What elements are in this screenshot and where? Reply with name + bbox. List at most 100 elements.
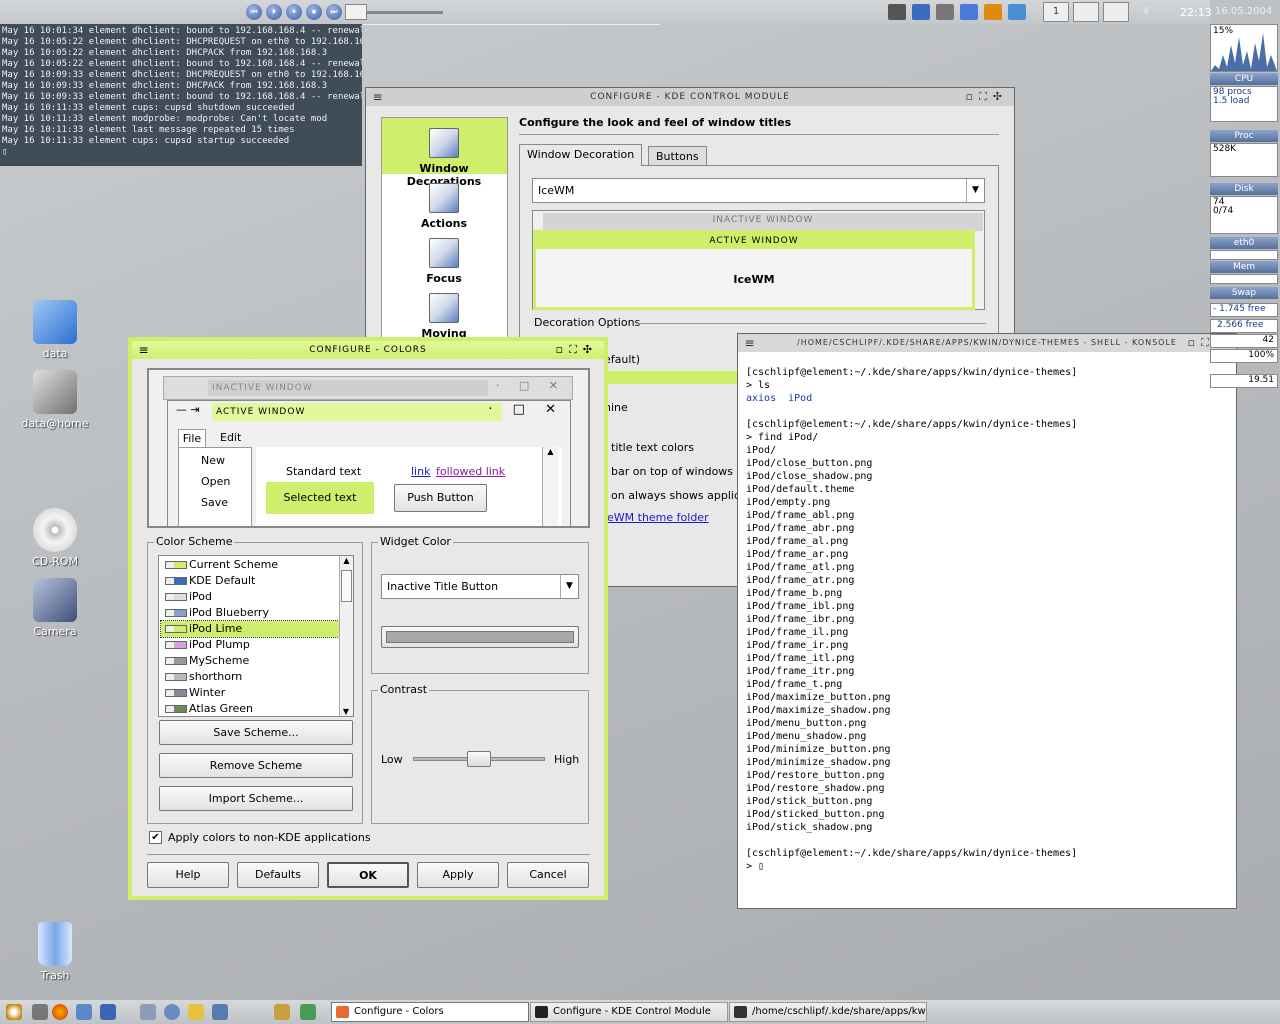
- scheme-item[interactable]: Winter: [161, 685, 339, 701]
- firefox-icon[interactable]: [52, 1004, 68, 1020]
- terminal-output[interactable]: [cschlipf@element:~/.kde/share/apps/kwin…: [738, 352, 1236, 908]
- scroll-down-icon[interactable]: ▼: [340, 707, 352, 716]
- scheme-item[interactable]: iPod Lime: [160, 620, 340, 638]
- remove-scheme-button[interactable]: Remove Scheme: [159, 753, 353, 778]
- sidebar-item-focus[interactable]: Focus: [382, 238, 506, 285]
- window-menu-icon[interactable]: ≡: [744, 337, 756, 349]
- theme-select[interactable]: IceWM ▼: [532, 178, 985, 203]
- network-folder-icon[interactable]: [164, 1004, 180, 1020]
- sidebar-item-label: Actions: [421, 217, 467, 230]
- folder-icon: [33, 300, 77, 344]
- stop-icon[interactable]: ⏹: [306, 4, 322, 20]
- theme-folder-link[interactable]: eWM theme folder: [607, 511, 709, 524]
- pager-desktop-2[interactable]: [1073, 2, 1099, 22]
- volume-icon[interactable]: [960, 4, 978, 20]
- wallet-icon[interactable]: [984, 4, 1002, 20]
- terminal-line: iPod/frame_atr.png: [746, 575, 855, 586]
- display-icon[interactable]: [912, 4, 930, 20]
- terminal-icon[interactable]: [32, 1004, 48, 1020]
- tab-window-decoration[interactable]: Window Decoration: [519, 144, 643, 166]
- import-scheme-button[interactable]: Import Scheme...: [159, 786, 353, 811]
- konsole-titlebar[interactable]: ≡ /home/cschlipf/.kde/share/apps/kwin/dy…: [738, 334, 1236, 352]
- sidebar-item-window-decorations[interactable]: Window Decorations: [382, 128, 506, 188]
- kcontrol-icon[interactable]: [212, 1004, 228, 1020]
- network-icon[interactable]: [1008, 4, 1026, 20]
- desktop-icon-trash[interactable]: Trash: [15, 922, 95, 982]
- cpu-label: CPU: [1210, 73, 1278, 85]
- pager-desktop-1[interactable]: 1: [1043, 2, 1069, 22]
- scheme-list[interactable]: Current Scheme KDE Default iPod iPod Bluebe…: [158, 555, 354, 717]
- cancel-button[interactable]: Cancel: [507, 862, 589, 888]
- desktop-icon-data-home[interactable]: data@home: [15, 370, 95, 430]
- option-text: bar on top of windows: [611, 465, 734, 478]
- package-icon[interactable]: [300, 1004, 316, 1020]
- colors-titlebar[interactable]: ≡ Configure - Colors ▫⛶✣: [132, 341, 604, 359]
- play-icon[interactable]: ⏵: [266, 4, 282, 20]
- help-button[interactable]: Help: [147, 862, 229, 888]
- terminal-line: iPod/frame_al.png: [746, 536, 849, 547]
- preview-scrollbar: ▲: [542, 447, 558, 526]
- task-kcm[interactable]: Configure - KDE Control Module: [530, 1002, 728, 1022]
- konqueror-icon[interactable]: [76, 1004, 92, 1020]
- color-button[interactable]: [381, 626, 579, 648]
- scroll-up-icon: ▲: [547, 447, 554, 456]
- pin-icon: — ⇥: [176, 403, 200, 416]
- desktop-icon-data[interactable]: data: [15, 300, 95, 360]
- tools-icon[interactable]: [274, 1004, 290, 1020]
- ok-button[interactable]: OK: [327, 862, 409, 888]
- pager-desktop-3[interactable]: [1103, 2, 1129, 22]
- desktop-icon[interactable]: [140, 1004, 156, 1020]
- kmail-icon[interactable]: [100, 1004, 116, 1020]
- group-title: Contrast: [378, 683, 430, 696]
- terminal-line: iPod/stick_shadow.png: [746, 822, 873, 833]
- preview-menu-item: Open: [201, 475, 231, 488]
- home-folder-icon[interactable]: [188, 1004, 204, 1020]
- task-konsole[interactable]: /home/cschlipf/.kde/share/apps/kwin/d: [729, 1002, 927, 1022]
- scheme-item[interactable]: Atlas Green: [161, 701, 339, 716]
- tab-buttons[interactable]: Buttons: [648, 146, 707, 166]
- window-menu-icon[interactable]: ≡: [138, 344, 150, 356]
- window-buttons[interactable]: ▫⛶✣: [966, 91, 1008, 103]
- scheme-item[interactable]: iPod Plump: [161, 637, 339, 653]
- pause-icon[interactable]: ⏸: [286, 4, 302, 20]
- contrast-slider[interactable]: [413, 751, 545, 767]
- disk-graph: 74 0/74: [1210, 196, 1278, 234]
- scroll-up-icon[interactable]: ▲: [340, 556, 353, 565]
- camera-icon: [33, 578, 77, 622]
- scheme-label: shorthorn: [189, 670, 243, 683]
- pager-desktop-4[interactable]: 4: [1133, 2, 1159, 22]
- scheme-item[interactable]: shorthorn: [161, 669, 339, 685]
- defaults-button[interactable]: Defaults: [237, 862, 319, 888]
- window-buttons[interactable]: ▫⛶✣: [556, 344, 598, 356]
- kde-menu-icon[interactable]: [6, 1004, 22, 1020]
- printer-icon[interactable]: [888, 4, 906, 20]
- preview-standard-text: Standard text: [286, 465, 362, 478]
- terminal-line: iPod/frame_atl.png: [746, 562, 855, 573]
- clipboard-icon[interactable]: [936, 4, 954, 20]
- clock[interactable]: 22:13: [1180, 6, 1212, 19]
- next-track-icon[interactable]: ⏭: [326, 4, 342, 20]
- widget-select[interactable]: Inactive Title Button ▼: [381, 574, 579, 599]
- desktop-icon-cdrom[interactable]: CD-ROM: [15, 508, 95, 568]
- previous-track-icon[interactable]: ⏮: [246, 4, 262, 20]
- kcm-titlebar[interactable]: ≡ Configure - KDE Control Module ▫⛶✣: [366, 88, 1014, 106]
- scrollbar-thumb[interactable]: [341, 570, 352, 602]
- apply-non-kde-checkbox[interactable]: ✔: [149, 831, 162, 844]
- window-menu-icon[interactable]: ≡: [372, 91, 384, 103]
- sidebar-item-actions[interactable]: Actions: [382, 183, 506, 230]
- colors-window: ≡ Configure - Colors ▫⛶✣ Inactive Window…: [128, 337, 608, 900]
- scheme-item[interactable]: iPod: [161, 589, 339, 605]
- scheme-item[interactable]: Current Scheme: [161, 557, 339, 573]
- save-scheme-button[interactable]: Save Scheme...: [159, 720, 353, 745]
- desktop-icon-camera[interactable]: Camera: [15, 578, 95, 638]
- sidebar-item-moving[interactable]: Moving: [382, 293, 506, 340]
- task-configure-colors[interactable]: Configure - Colors: [331, 1002, 529, 1022]
- scheme-item[interactable]: MyScheme: [161, 653, 339, 669]
- seek-slider[interactable]: [345, 4, 443, 20]
- scheme-item[interactable]: KDE Default: [161, 573, 339, 589]
- scheme-item[interactable]: iPod Blueberry: [161, 605, 339, 621]
- scheme-list-scrollbar[interactable]: ▲ ▼: [339, 556, 353, 716]
- scheme-swatch-icon: [165, 609, 187, 617]
- contrast-slider-handle[interactable]: [467, 751, 491, 767]
- apply-button[interactable]: Apply: [417, 862, 499, 888]
